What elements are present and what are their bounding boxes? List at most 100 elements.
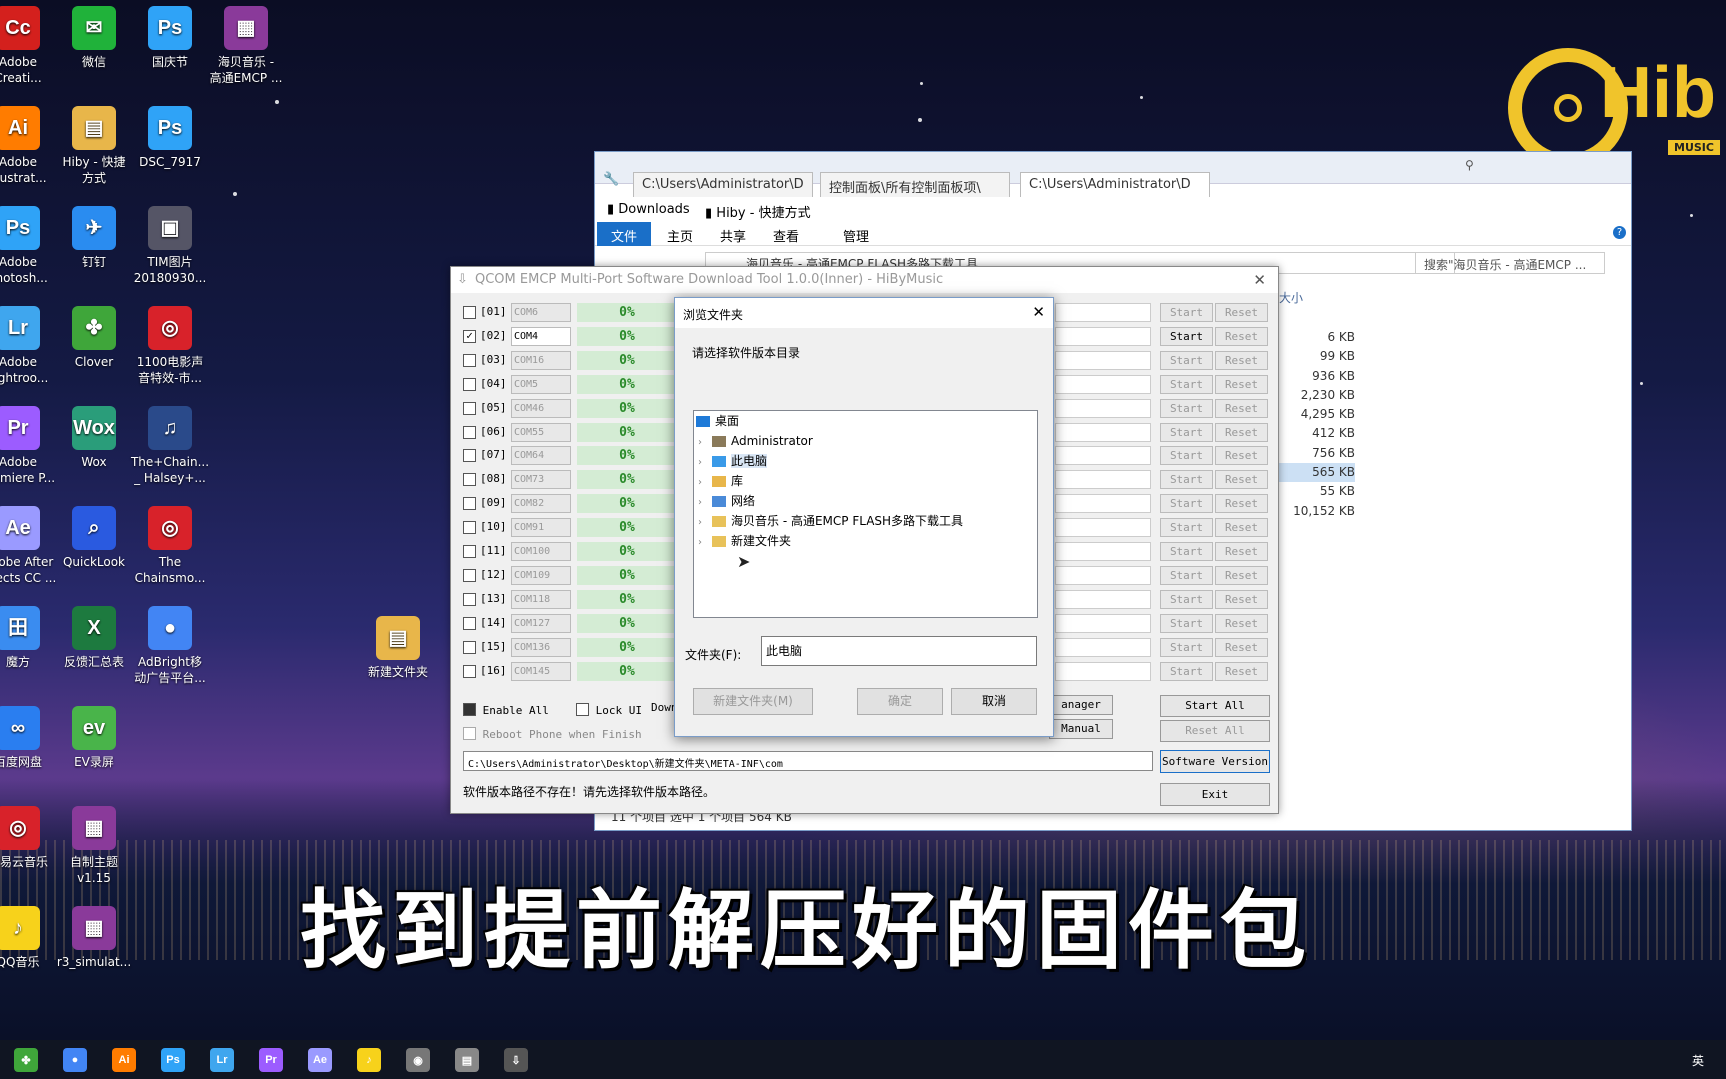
port-checkbox[interactable] xyxy=(463,306,476,319)
start-button[interactable]: Start xyxy=(1160,350,1213,370)
file-size[interactable]: 6 KB xyxy=(1275,328,1355,347)
port-checkbox[interactable] xyxy=(463,377,476,391)
tab-1[interactable]: C:\Users\Administrator\D xyxy=(633,172,813,197)
start-button[interactable]: Start xyxy=(1160,303,1213,322)
desktop-icon[interactable]: ▤ 新建文件夹 xyxy=(358,616,438,680)
fav-downloads[interactable]: ▮ Downloads xyxy=(607,202,690,217)
tree-node[interactable]: 桌面 xyxy=(696,412,739,431)
port-select[interactable]: COM109 xyxy=(511,565,571,585)
exit-button[interactable]: Exit xyxy=(1160,783,1270,806)
chevron-right-icon[interactable]: › xyxy=(698,493,712,512)
reset-button[interactable]: Reset xyxy=(1215,350,1268,370)
port-select[interactable]: COM118 xyxy=(511,589,571,609)
lock-ui-checkbox[interactable]: Lock UI xyxy=(576,701,642,717)
port-checkbox[interactable] xyxy=(463,425,476,439)
port-select[interactable]: COM100 xyxy=(511,542,571,561)
reset-button[interactable]: Reset xyxy=(1215,374,1268,394)
desktop-icon[interactable]: Lr Adobe Lightroo... xyxy=(0,306,58,386)
path-input[interactable]: C:\Users\Administrator\Desktop\新建文件夹\MET… xyxy=(463,751,1153,771)
file-size[interactable]: 936 KB xyxy=(1275,367,1355,386)
reset-button[interactable]: Reset xyxy=(1215,565,1268,585)
reset-button[interactable]: Reset xyxy=(1215,494,1268,514)
desktop-icon[interactable]: ✈ 钉钉 xyxy=(54,206,134,270)
taskbar-app-icon[interactable]: ♪ xyxy=(357,1048,381,1072)
tree-node[interactable]: › 网络 xyxy=(698,492,755,511)
desktop-icon[interactable]: ▦ r3_simulat... xyxy=(54,906,134,970)
desktop-icon[interactable]: ⌕ QuickLook xyxy=(54,506,134,570)
port-checkbox[interactable] xyxy=(463,401,476,415)
taskbar-app-icon[interactable]: ✤ xyxy=(14,1048,38,1072)
ribbon-share[interactable]: 共享 xyxy=(720,226,746,245)
reset-button[interactable]: Reset xyxy=(1215,303,1268,322)
start-button[interactable]: Start xyxy=(1160,470,1213,490)
software-version-button[interactable]: Software Version xyxy=(1160,750,1270,773)
taskbar-app-icon[interactable]: Ai xyxy=(112,1048,136,1072)
port-select[interactable]: COM5 xyxy=(511,374,571,394)
file-size[interactable]: 55 KB xyxy=(1275,482,1355,501)
reset-button[interactable]: Reset xyxy=(1215,661,1268,681)
file-size[interactable]: 412 KB xyxy=(1275,424,1355,443)
port-select[interactable]: COM4 xyxy=(511,326,571,346)
start-button[interactable]: Start xyxy=(1160,613,1213,633)
port-select[interactable]: COM127 xyxy=(511,613,571,633)
desktop-icon[interactable]: X 反馈汇总表 xyxy=(54,606,134,670)
taskbar-app-icon[interactable]: ⇩ xyxy=(504,1048,528,1072)
desktop-icon[interactable]: Ps DSC_7917 xyxy=(130,106,210,170)
tree-node[interactable]: › Administrator xyxy=(698,432,813,451)
port-checkbox[interactable] xyxy=(463,449,476,463)
help-icon[interactable]: ? xyxy=(1613,226,1626,239)
desktop-icon[interactable]: ♫ The+Chain... _ Halsey+... xyxy=(130,406,210,486)
desktop-icon[interactable]: Ps Adobe Photosh... xyxy=(0,206,58,286)
tree-node[interactable]: › 库 xyxy=(698,472,743,491)
close-icon[interactable]: ✕ xyxy=(1253,271,1266,289)
reset-button[interactable]: Reset xyxy=(1215,542,1268,561)
file-size[interactable]: 2,230 KB xyxy=(1275,386,1355,405)
fav-hiby[interactable]: ▮ Hiby - 快捷方式 xyxy=(705,202,811,221)
desktop-icon[interactable]: Cc Adobe Creati... xyxy=(0,6,58,86)
port-checkbox[interactable] xyxy=(463,353,476,367)
desktop-icon[interactable]: Ai Adobe Illustrat... xyxy=(0,106,58,186)
start-button[interactable]: Start xyxy=(1160,374,1213,394)
start-button[interactable]: Start xyxy=(1160,589,1213,609)
desktop-icon[interactable]: Ae Adobe After Effects CC ... xyxy=(0,506,58,586)
port-select[interactable]: COM16 xyxy=(511,350,571,370)
start-button[interactable]: Start xyxy=(1160,565,1213,585)
file-size[interactable]: 565 KB xyxy=(1275,463,1355,483)
desktop-icon[interactable]: 田魔方 xyxy=(0,606,58,670)
reset-button[interactable]: Reset xyxy=(1215,637,1268,657)
taskbar-app-icon[interactable]: ● xyxy=(63,1048,87,1072)
start-button[interactable]: Start xyxy=(1160,661,1213,681)
file-size[interactable]: 99 KB xyxy=(1275,347,1355,366)
port-checkbox[interactable] xyxy=(463,473,476,487)
ribbon-manage[interactable]: 管理 xyxy=(843,226,869,245)
port-select[interactable]: COM73 xyxy=(511,470,571,490)
reset-button[interactable]: Reset xyxy=(1215,470,1268,490)
desktop-icon[interactable]: ◎ The Chainsmo... xyxy=(130,506,210,586)
port-checkbox[interactable] xyxy=(463,664,476,678)
cancel-button[interactable]: 取消 xyxy=(951,688,1037,715)
manual-button[interactable]: Manual xyxy=(1049,719,1113,739)
desktop-icon[interactable]: Pr Adobe Premiere P... xyxy=(0,406,58,486)
reset-button[interactable]: Reset xyxy=(1215,422,1268,442)
start-button[interactable]: Start xyxy=(1160,518,1213,538)
desktop-icon[interactable]: ▣ TIM图片 20180930... xyxy=(130,206,210,286)
taskbar-app-icon[interactable]: ◉ xyxy=(406,1048,430,1072)
port-manager-button[interactable]: anager xyxy=(1049,695,1113,715)
reset-button[interactable]: Reset xyxy=(1215,613,1268,633)
chevron-right-icon[interactable]: › xyxy=(698,453,712,472)
port-checkbox[interactable] xyxy=(463,545,476,558)
ribbon-view[interactable]: 查看 xyxy=(773,226,799,245)
port-checkbox[interactable] xyxy=(463,568,476,582)
enable-all-checkbox[interactable]: Enable All xyxy=(463,701,549,717)
port-checkbox[interactable] xyxy=(463,616,476,630)
ribbon-file[interactable]: 文件 xyxy=(597,222,652,246)
folder-input[interactable]: 此电脑 xyxy=(761,636,1037,666)
tab-2[interactable]: 控制面板\所有控制面板项\ xyxy=(820,172,1010,197)
taskbar-app-icon[interactable]: Ae xyxy=(308,1048,332,1072)
port-select[interactable]: COM64 xyxy=(511,446,571,466)
taskbar-app-icon[interactable]: Ps xyxy=(161,1048,185,1072)
desktop-icon[interactable]: Ps 国庆节 xyxy=(130,6,210,70)
user-icon[interactable]: ⚲ xyxy=(1465,158,1474,172)
file-size[interactable]: 756 KB xyxy=(1275,444,1355,463)
desktop-icon[interactable]: ▦ 自制主题 v1.15 xyxy=(54,806,134,886)
